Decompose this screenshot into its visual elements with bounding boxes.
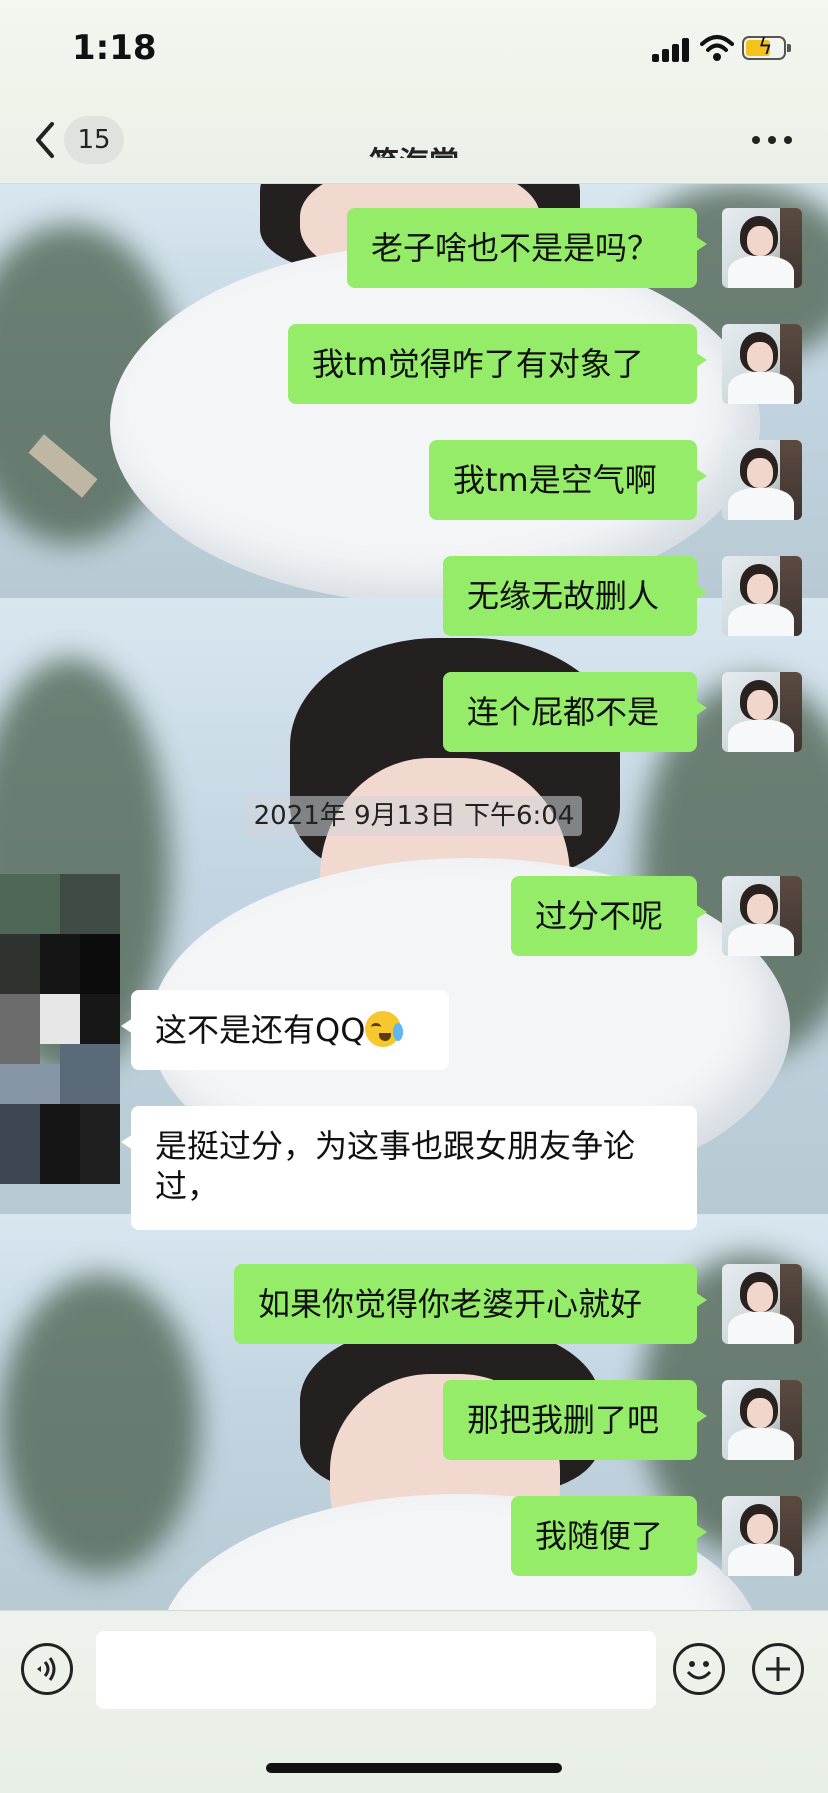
my-avatar[interactable] bbox=[722, 1380, 802, 1460]
chat-area[interactable]: 2021年 9月13日 下午6:04 老子啥也不是是吗？ 我tm觉得咋了有对象了… bbox=[0, 184, 828, 1610]
my-avatar[interactable] bbox=[722, 208, 802, 288]
message-bubble-received[interactable]: 是挺过分，为这事也跟女朋友争论过， bbox=[121, 1106, 697, 1230]
my-avatar[interactable] bbox=[722, 1496, 802, 1576]
my-avatar[interactable] bbox=[722, 440, 802, 520]
message-bubble-sent[interactable]: 我随便了 bbox=[511, 1496, 707, 1576]
message-bubble-sent[interactable]: 连个屁都不是 bbox=[443, 672, 707, 752]
message-bubble-sent[interactable]: 无缘无故删人 bbox=[443, 556, 707, 636]
my-avatar[interactable] bbox=[722, 324, 802, 404]
cellular-signal-icon bbox=[652, 38, 692, 62]
message-bubble-sent[interactable]: 那把我删了吧 bbox=[443, 1380, 707, 1460]
loudly-crying-face-emoji-icon bbox=[365, 1011, 404, 1047]
more-dots-icon[interactable] bbox=[752, 136, 792, 146]
message-bubble-sent[interactable]: 我tm是空气啊 bbox=[429, 440, 707, 520]
message-bubble-sent[interactable]: 老子啥也不是是吗？ bbox=[347, 208, 707, 288]
voice-icon[interactable] bbox=[21, 1643, 73, 1695]
my-avatar[interactable] bbox=[722, 876, 802, 956]
input-bar bbox=[0, 1610, 828, 1793]
message-bubble-sent[interactable]: 我tm觉得咋了有对象了 bbox=[288, 324, 707, 404]
emoji-icon[interactable] bbox=[673, 1643, 725, 1695]
chat-title-text: 笑海棠 bbox=[369, 146, 459, 158]
contact-avatar[interactable] bbox=[0, 874, 120, 1184]
home-indicator[interactable] bbox=[266, 1763, 562, 1773]
message-text: 这不是还有QQ bbox=[155, 1011, 366, 1049]
plus-icon[interactable] bbox=[752, 1643, 804, 1695]
message-input[interactable] bbox=[96, 1631, 656, 1709]
my-avatar[interactable] bbox=[722, 556, 802, 636]
message-bubble-sent[interactable]: 过分不呢 bbox=[511, 876, 707, 956]
my-avatar[interactable] bbox=[722, 1264, 802, 1344]
message-bubble-received[interactable]: 这不是还有QQ bbox=[121, 990, 449, 1070]
message-bubble-sent[interactable]: 如果你觉得你老婆开心就好 bbox=[234, 1264, 707, 1344]
wifi-icon bbox=[700, 35, 734, 61]
battery-icon: ϟ bbox=[742, 35, 791, 60]
back-chevron-icon[interactable] bbox=[28, 118, 62, 162]
my-avatar[interactable] bbox=[722, 672, 802, 752]
chat-title[interactable]: 笑海棠 bbox=[300, 124, 528, 158]
status-time: 1:18 bbox=[72, 28, 157, 68]
chat-timestamp: 2021年 9月13日 下午6:04 bbox=[246, 796, 582, 836]
top-bar: 1:18 ϟ 15 笑海棠 bbox=[0, 0, 828, 184]
unread-count-badge[interactable]: 15 bbox=[64, 116, 124, 164]
